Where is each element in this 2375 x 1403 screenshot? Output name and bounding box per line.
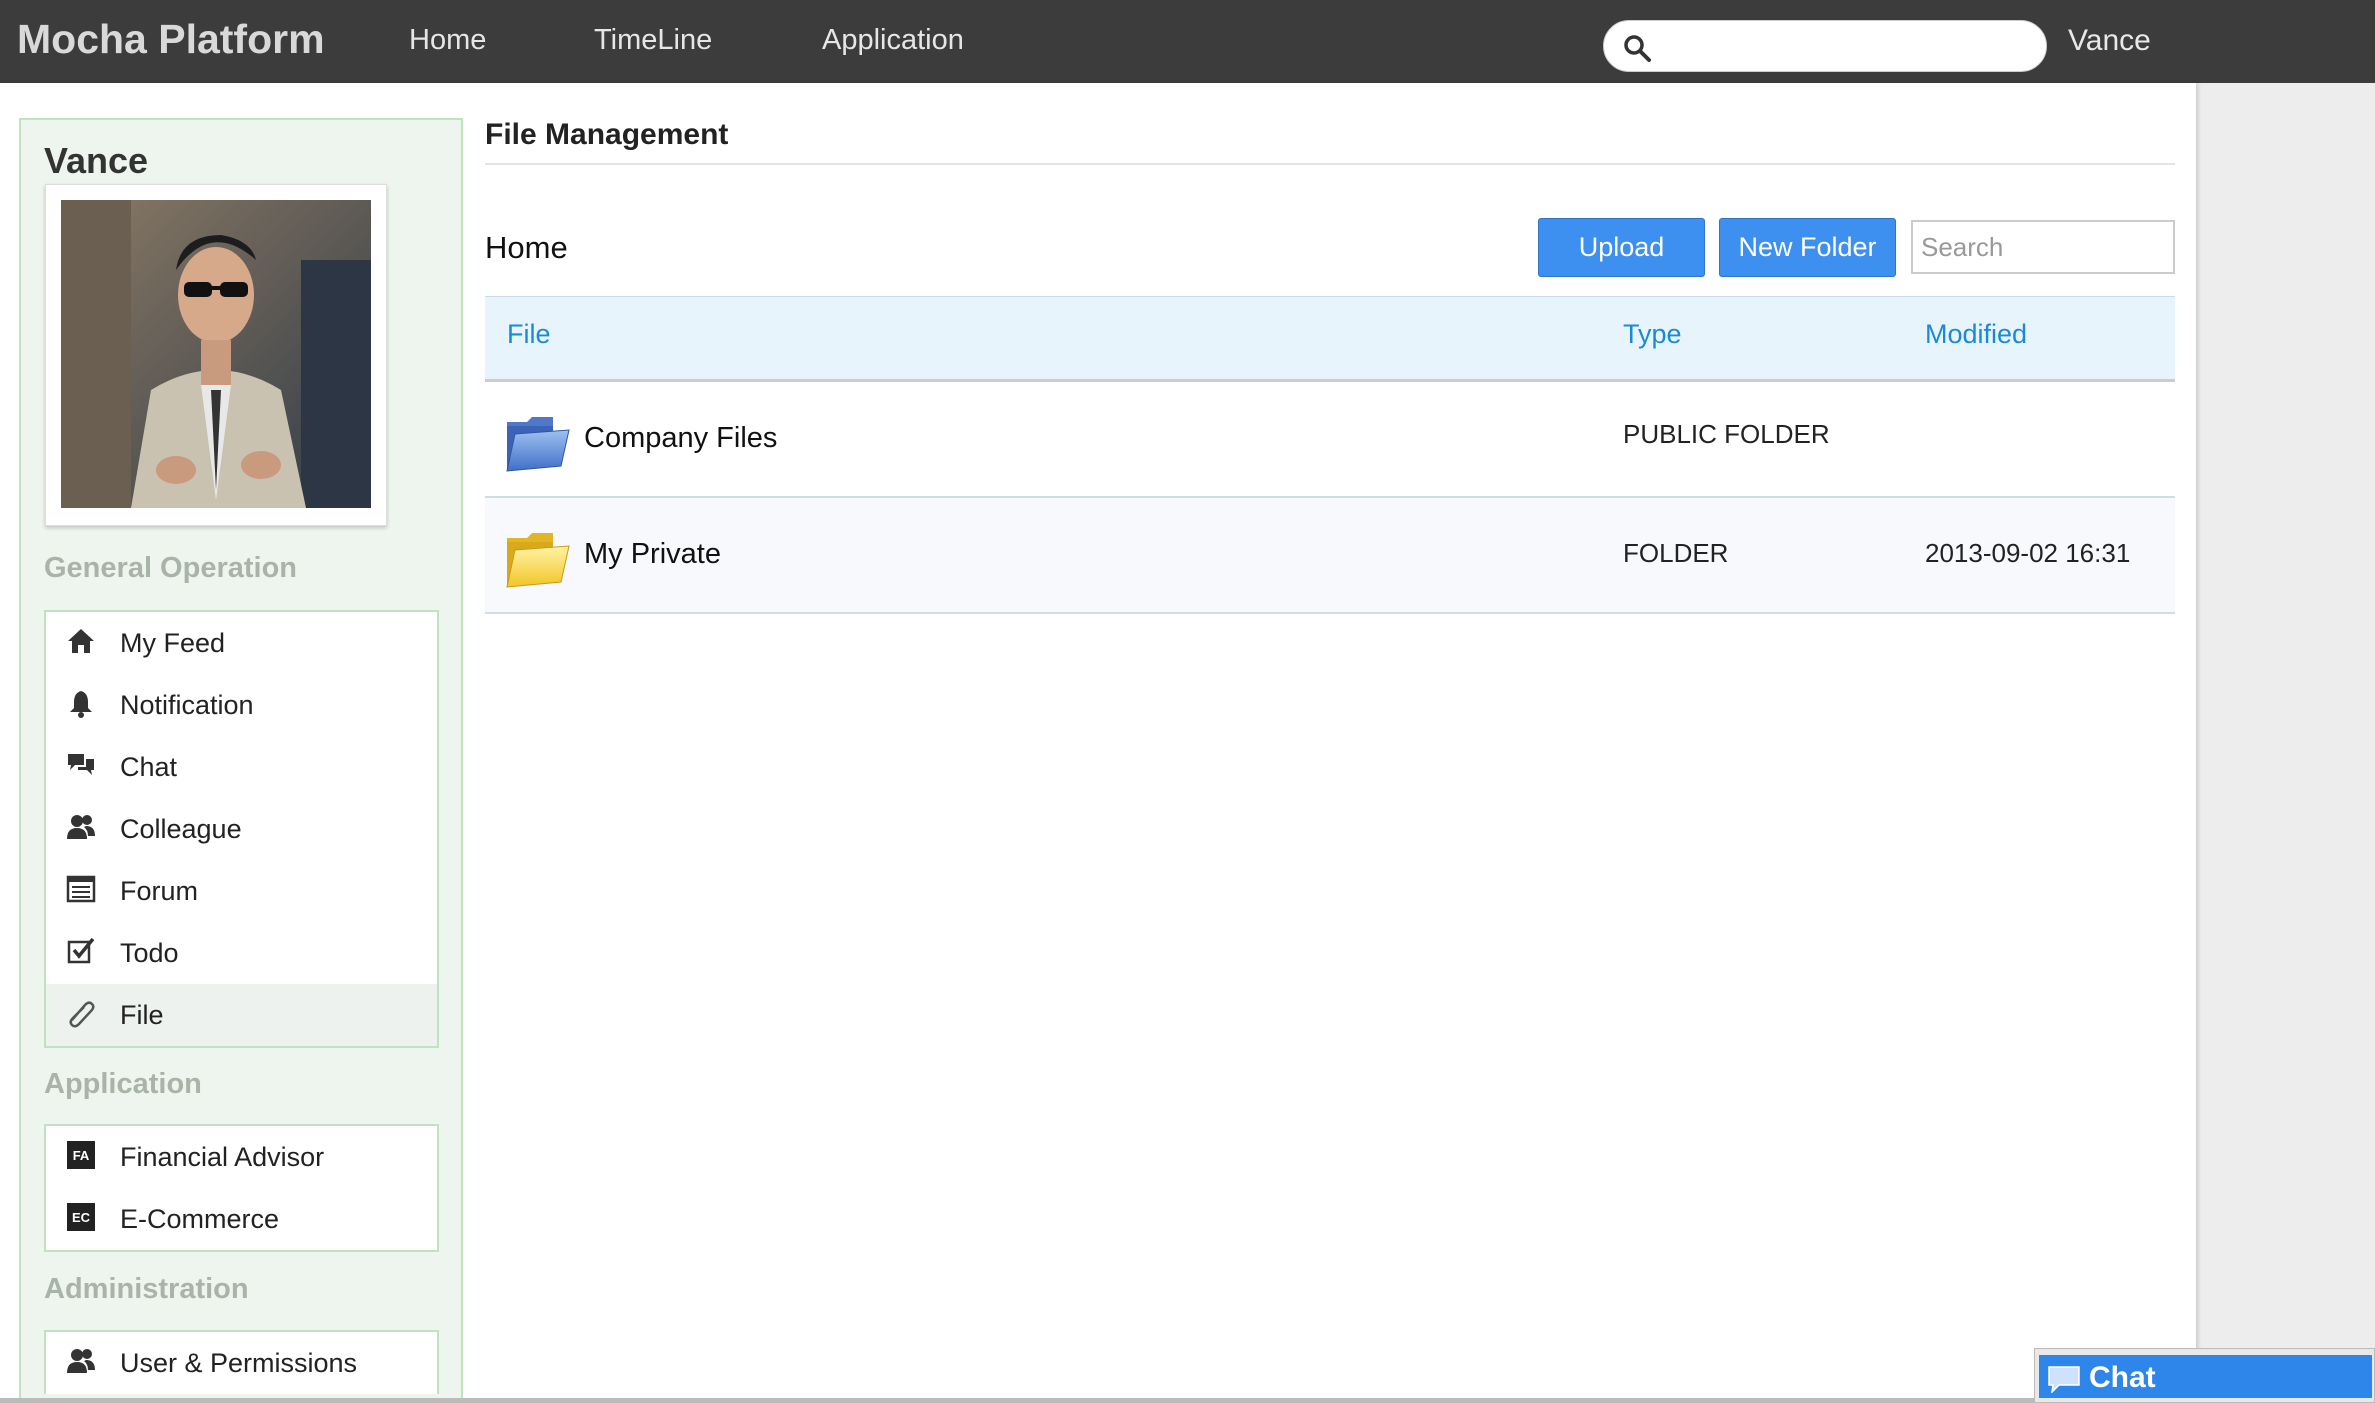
sidebar-item-label: Todo [120, 938, 179, 968]
chat-bubble-icon [2048, 1366, 2080, 1393]
ec-badge-icon: EC [67, 1203, 95, 1231]
file-type: PUBLIC FOLDER [1623, 419, 1830, 449]
bell-icon [70, 691, 92, 718]
sidebar-item-label: User & Permissions [120, 1348, 358, 1378]
sidebar-item-label: Financial Advisor [120, 1142, 325, 1172]
sidebar-item-label: E-Commerce [120, 1204, 280, 1234]
sidebar-item-label: Notification [120, 690, 254, 720]
sidebar-item-financial-advisor[interactable]: FA Financial Advisor [46, 1126, 437, 1188]
menu-general: My Feed Notification Chat Colleague Foru… [44, 610, 439, 1048]
forum-icon [66, 875, 96, 903]
section-title-application: Application [44, 1068, 202, 1100]
column-header-modified[interactable]: Modified [1925, 319, 2027, 350]
file-name[interactable]: Company Files [584, 422, 777, 455]
svg-text:FA: FA [73, 1148, 90, 1163]
global-search[interactable] [1603, 20, 2047, 72]
breadcrumb[interactable]: Home [485, 230, 568, 266]
fa-badge-icon: FA [67, 1141, 95, 1169]
profile-photo [61, 200, 371, 508]
sidebar-item-file[interactable]: File [46, 984, 437, 1046]
sidebar-item-e-commerce[interactable]: EC E-Commerce [46, 1188, 437, 1250]
upload-button[interactable]: Upload [1538, 218, 1705, 277]
table-row[interactable]: Company Files PUBLIC FOLDER [485, 382, 2175, 498]
sidebar-item-label: Chat [120, 752, 178, 782]
file-type: FOLDER [1623, 538, 1729, 568]
sidebar-item-user-permissions[interactable]: User & Permissions [46, 1332, 437, 1394]
people-icon [67, 815, 95, 839]
page-container: Vance General Operation My Feed Notifica… [0, 83, 2196, 1403]
section-title-administration: Administration [44, 1273, 249, 1305]
global-search-input[interactable] [1664, 27, 2034, 67]
blue-folder-icon [506, 417, 570, 472]
new-folder-button[interactable]: New Folder [1719, 218, 1896, 277]
avatar[interactable] [45, 184, 387, 526]
chat-bubbles-icon [68, 754, 94, 775]
checkbox-icon [67, 937, 95, 964]
paperclip-icon [69, 1001, 95, 1028]
top-navbar: Mocha Platform Home TimeLine Application… [0, 0, 2375, 83]
menu-administration: User & Permissions [44, 1330, 439, 1394]
user-menu[interactable]: Vance [2068, 24, 2151, 58]
chat-widget[interactable]: Chat [2034, 1348, 2375, 1403]
menu-application: FA Financial Advisor EC E-Commerce [44, 1124, 439, 1252]
sidebar-item-forum[interactable]: Forum [46, 860, 437, 922]
nav-timeline[interactable]: TimeLine [594, 24, 712, 57]
people-icon [67, 1349, 95, 1373]
column-header-type[interactable]: Type [1623, 319, 1682, 350]
nav-application[interactable]: Application [822, 24, 964, 57]
sidebar-item-notification[interactable]: Notification [46, 674, 437, 736]
sidebar-item-chat[interactable]: Chat [46, 736, 437, 798]
sidebar-item-colleague[interactable]: Colleague [46, 798, 437, 860]
home-icon [68, 629, 94, 653]
profile-name[interactable]: Vance [44, 140, 148, 182]
svg-text:EC: EC [72, 1210, 91, 1225]
sidebar-item-todo[interactable]: Todo [46, 922, 437, 984]
title-divider [485, 163, 2175, 165]
table-row[interactable]: My Private FOLDER 2013-09-02 16:31 [485, 498, 2175, 614]
sidebar: Vance General Operation My Feed Notifica… [19, 118, 463, 1403]
bottom-scrollbar [0, 1398, 2034, 1403]
chat-bar[interactable]: Chat [2039, 1355, 2372, 1398]
page-title: File Management [485, 118, 729, 151]
section-title-general: General Operation [44, 552, 298, 584]
table-header: File Type Modified [485, 296, 2175, 382]
yellow-folder-icon [506, 533, 570, 588]
sidebar-item-my-feed[interactable]: My Feed [46, 612, 437, 674]
sidebar-item-label: My Feed [120, 628, 226, 658]
file-modified: 2013-09-02 16:31 [1925, 538, 2131, 568]
chat-label: Chat [2089, 1361, 2156, 1394]
column-header-file[interactable]: File [507, 319, 551, 350]
brand-logo[interactable]: Mocha Platform [17, 16, 325, 63]
sidebar-item-label: Forum [120, 876, 199, 906]
sidebar-item-label: File [120, 1000, 164, 1030]
search-icon [1624, 35, 1651, 62]
sidebar-item-label: Colleague [120, 814, 242, 844]
nav-home[interactable]: Home [409, 24, 486, 57]
file-name[interactable]: My Private [584, 538, 721, 571]
file-search-input[interactable] [1911, 220, 2175, 274]
